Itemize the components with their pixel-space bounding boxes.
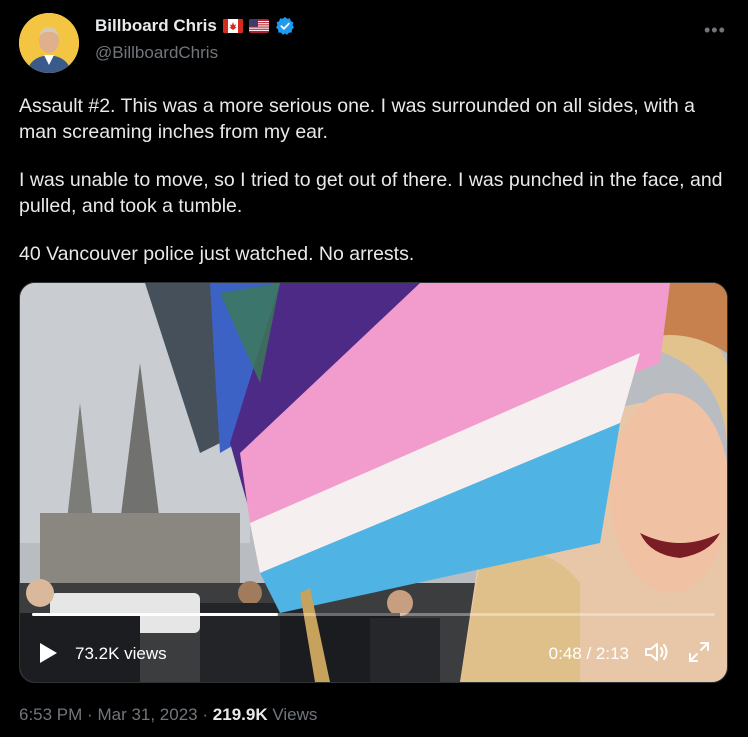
author-handle[interactable]: @BillboardChris (95, 43, 218, 63)
volume-icon[interactable] (643, 640, 669, 664)
meta-separator: · (202, 705, 209, 724)
video-player[interactable]: 73.2K views 0:48 / 2:13 (19, 282, 728, 683)
usa-flag-icon (248, 19, 269, 33)
video-progress-bar[interactable] (32, 613, 715, 616)
fullscreen-icon[interactable] (687, 640, 711, 664)
video-timestamp: 0:48 / 2:13 (548, 644, 629, 663)
video-view-count: 73.2K views (75, 644, 167, 663)
tweet-date[interactable]: Mar 31, 2023 (97, 705, 197, 724)
tweet-paragraph: Assault #2. This was a more serious one.… (19, 95, 695, 143)
author-name-row: Billboard Chris (95, 16, 295, 36)
tweet-text: Assault #2. This was a more serious one.… (19, 93, 724, 289)
tweet-time[interactable]: 6:53 PM (19, 705, 82, 724)
meta-separator: · (87, 705, 93, 724)
tweet-meta: 6:53 PM · Mar 31, 2023 · 219.9K Views (19, 705, 317, 725)
display-name[interactable]: Billboard Chris (95, 16, 217, 36)
video-progress-fill (32, 613, 278, 616)
view-count: 219.9K (212, 705, 268, 724)
tweet-paragraph: 40 Vancouver police just watched. No arr… (19, 243, 415, 265)
play-icon[interactable] (38, 642, 58, 664)
video-controls: 73.2K views 0:48 / 2:13 (20, 622, 727, 682)
views-label: Views (272, 705, 318, 724)
avatar[interactable] (19, 13, 79, 73)
verified-badge-icon (275, 16, 294, 35)
tweet-paragraph: I was unable to move, so I tried to get … (19, 169, 723, 217)
more-options-icon[interactable]: ••• (704, 20, 726, 41)
canada-flag-icon (222, 19, 243, 33)
